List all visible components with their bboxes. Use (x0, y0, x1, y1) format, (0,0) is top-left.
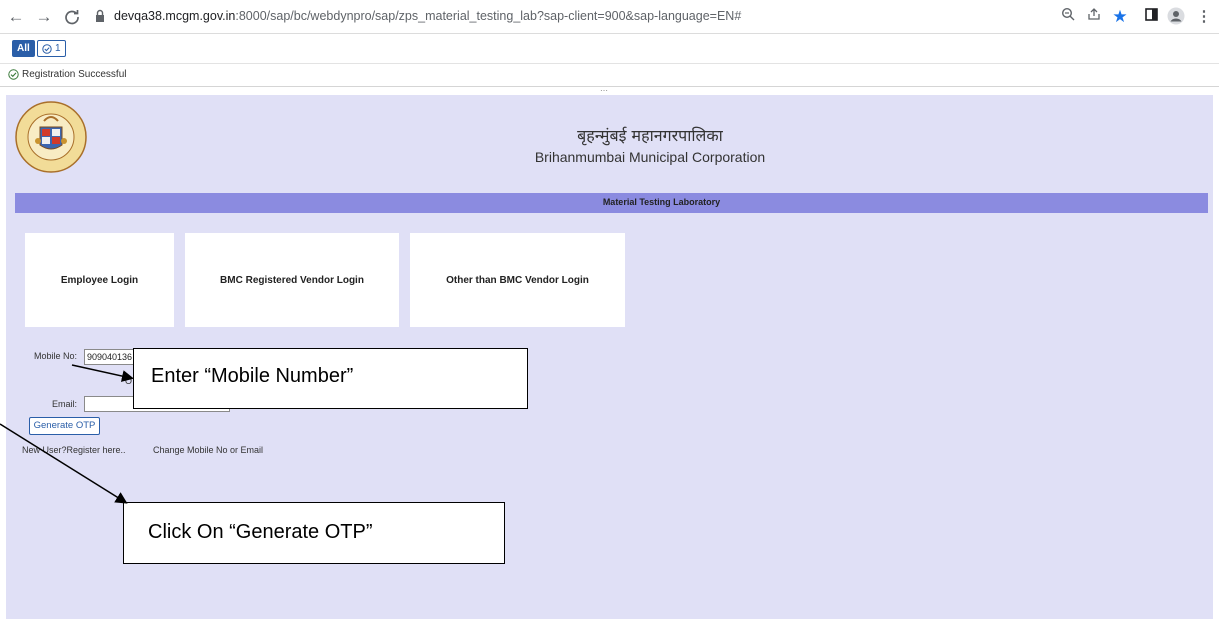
screen: ← → devqa38.mcgm.gov.in:8000/sap/bc/webd… (0, 0, 1219, 619)
forward-arrow-icon[interactable]: → (34, 7, 54, 27)
side-panel-icon[interactable] (1141, 7, 1161, 27)
share-icon[interactable] (1084, 7, 1104, 27)
org-title-english: Brihanmumbai Municipal Corporation (534, 149, 766, 165)
org-title-hindi: बृहन्मुंबई महानगरपालिका (577, 126, 723, 145)
bookmark-star-icon[interactable]: ★ (1110, 7, 1130, 27)
register-link[interactable]: New User?Register here.. (22, 445, 126, 455)
change-mobile-link[interactable]: Change Mobile No or Email (153, 445, 263, 455)
mobile-input[interactable]: 909040136 (84, 349, 138, 365)
bmc-logo (14, 101, 88, 173)
tile-label: Employee Login (60, 274, 139, 286)
splitter-handle[interactable]: ⋯ (600, 86, 609, 95)
section-header-bar: Material Testing Laboratory (15, 193, 1208, 213)
message-row: Registration Successful (0, 64, 1219, 87)
more-menu-icon[interactable]: ⋮ (1194, 7, 1214, 27)
address-bar[interactable]: devqa38.mcgm.gov.in:8000/sap/bc/webdynpr… (114, 9, 741, 23)
section-title: Material Testing Laboratory (602, 197, 721, 207)
annotation-text: Click On “Generate OTP” (148, 521, 373, 543)
or-label: O (125, 376, 133, 386)
zoom-icon[interactable] (1058, 7, 1078, 27)
tile-label: Other than BMC Vendor Login (446, 274, 589, 286)
success-check-icon (42, 43, 52, 54)
annotation-click-otp: Click On “Generate OTP” (123, 502, 505, 564)
profile-avatar-icon[interactable] (1166, 7, 1186, 27)
lock-icon[interactable] (95, 9, 105, 23)
success-count: 1 (55, 43, 61, 54)
reload-icon[interactable] (62, 7, 82, 27)
url-host: devqa38.mcgm.gov.in (114, 9, 236, 23)
browser-toolbar: ← → devqa38.mcgm.gov.in:8000/sap/bc/webd… (0, 0, 1219, 34)
employee-login-tile[interactable]: Employee Login (25, 233, 174, 327)
email-label: Email: (52, 399, 78, 409)
mobile-label: Mobile No: (34, 351, 78, 361)
success-check-icon (8, 69, 19, 80)
filter-success-button[interactable]: 1 (37, 40, 66, 57)
annotation-enter-mobile: Enter “Mobile Number” (133, 348, 528, 409)
bmc-vendor-login-tile[interactable]: BMC Registered Vendor Login (185, 233, 399, 327)
tile-label: BMC Registered Vendor Login (220, 274, 364, 286)
message-filter-bar: All 1 (0, 34, 1219, 64)
other-vendor-login-tile[interactable]: Other than BMC Vendor Login (410, 233, 625, 327)
url-path: :8000/sap/bc/webdynpro/sap/zps_material_… (235, 9, 742, 23)
back-arrow-icon[interactable]: ← (6, 7, 26, 27)
registration-success-message: Registration Successful (22, 69, 127, 80)
filter-all-button[interactable]: All (12, 40, 35, 57)
generate-otp-button[interactable]: Generate OTP (29, 417, 100, 435)
annotation-text: Enter “Mobile Number” (151, 365, 354, 387)
